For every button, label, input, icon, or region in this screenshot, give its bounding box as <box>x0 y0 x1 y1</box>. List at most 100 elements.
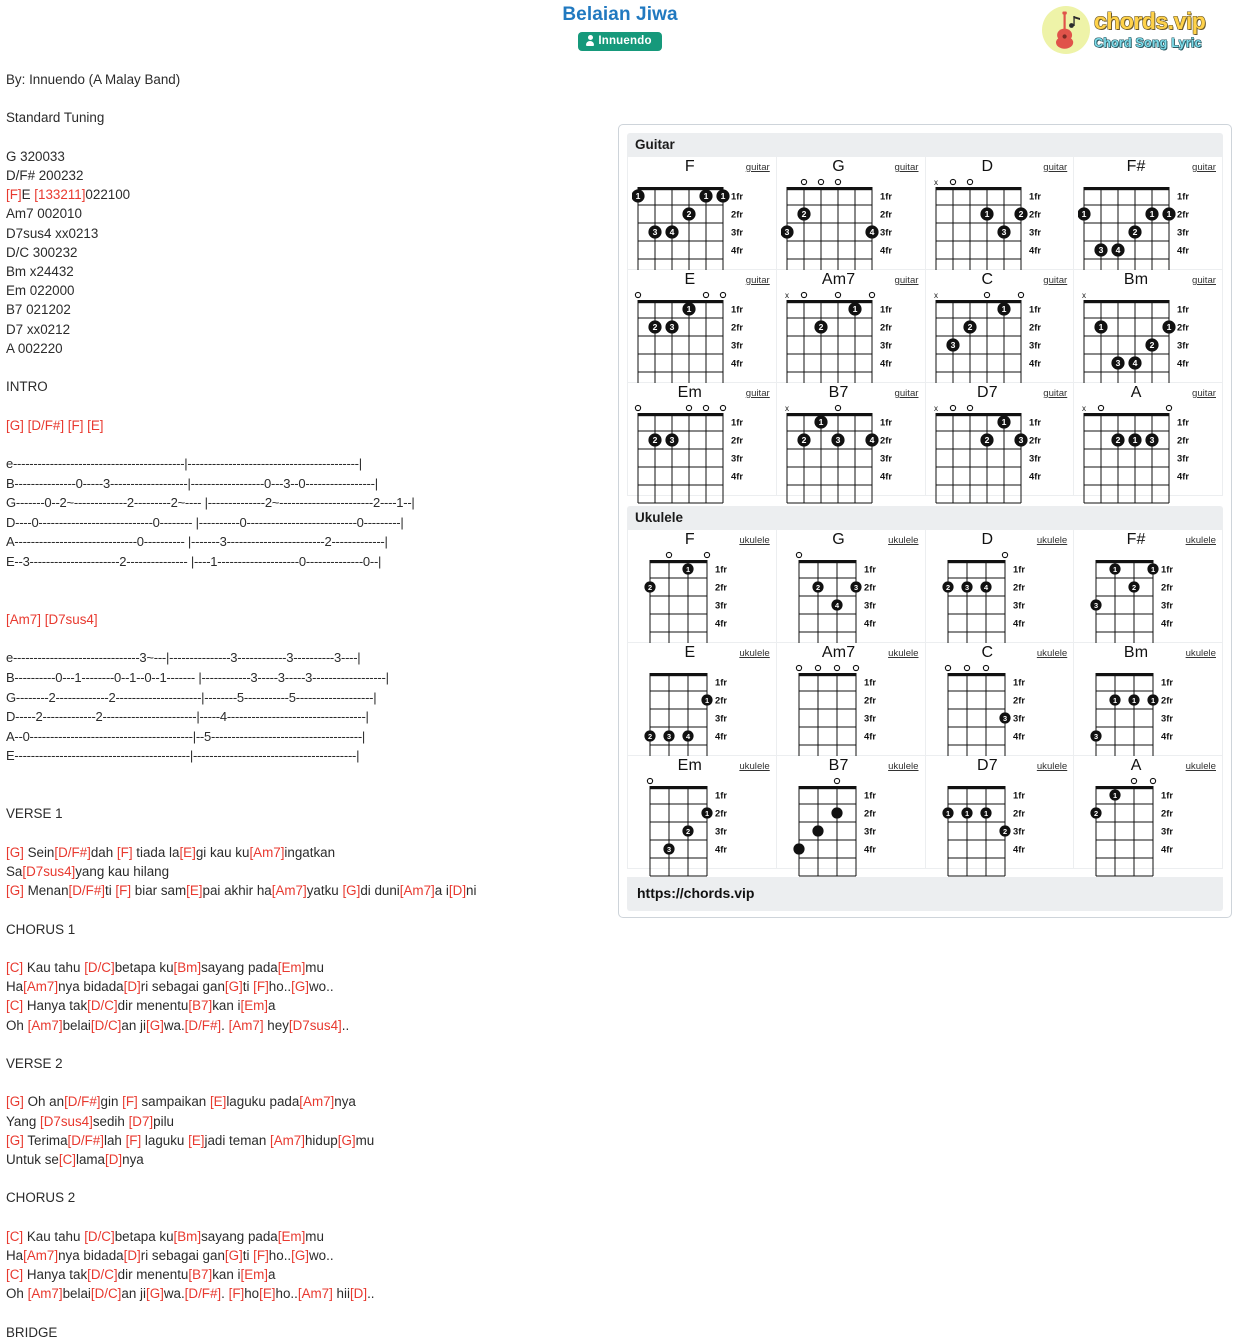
ukulele-kind-link[interactable]: ukulele <box>1186 648 1216 659</box>
guitar-kind-link[interactable]: guitar <box>746 388 770 399</box>
chord-card-G[interactable]: G ukulele 2 3 4 1fr 2fr 3fr 4fr <box>776 530 925 651</box>
nut <box>1084 187 1170 191</box>
site-logo[interactable]: chords.vip Chord Song Lyric <box>1042 4 1232 56</box>
fret-label: 1fr <box>1029 190 1041 201</box>
finger-number: 1 <box>983 809 987 818</box>
chord-card-F[interactable]: F guitar 1 1 1 2 3 4 1fr 2fr 3fr 4fr <box>628 157 776 278</box>
finger-number: 1 <box>1113 791 1117 800</box>
finger-number: 2 <box>648 583 652 592</box>
ukulele-kind-link[interactable]: ukulele <box>739 535 769 546</box>
ukulele-kind-link[interactable]: ukulele <box>739 761 769 772</box>
chord-card-E[interactable]: E ukulele 1 2 3 4 1fr 2fr 3fr 4fr <box>628 643 776 764</box>
fret-label: 3fr <box>731 226 743 237</box>
open-string-marker <box>1131 777 1138 785</box>
fret-label: 3fr <box>864 825 876 836</box>
chord-card-C[interactable]: C guitar x 1 2 3 1fr 2fr 3fr 4fr <box>925 270 1074 391</box>
finger-number: 2 <box>984 435 989 445</box>
chord-card-D[interactable]: D guitar x 1 2 3 1fr 2fr 3fr 4fr <box>925 157 1074 278</box>
chord-token: [G] <box>291 979 309 995</box>
guitar-kind-link[interactable]: guitar <box>1043 388 1067 399</box>
fret-label: 2fr <box>1029 321 1041 332</box>
chord-card-G[interactable]: G guitar 2 3 4 1fr 2fr 3fr 4fr <box>776 157 925 278</box>
guitar-kind-link[interactable]: guitar <box>746 275 770 286</box>
chord-card-F[interactable]: F# guitar 1 1 1 2 3 4 1fr 2fr 3fr 4fr <box>1074 157 1222 278</box>
guitar-kind-link[interactable]: guitar <box>895 388 919 399</box>
fret-label: 2fr <box>715 807 727 818</box>
chord-card-B7[interactable]: B7 ukulele 1fr 2fr 3fr 4fr <box>776 756 925 877</box>
chord-token: [Em] <box>277 1228 306 1244</box>
ukulele-kind-link[interactable]: ukulele <box>1037 648 1067 659</box>
chord-token: [C] <box>6 998 24 1014</box>
chord-card-D[interactable]: D ukulele 2 3 4 1fr 2fr 3fr 4fr <box>925 530 1074 651</box>
footer-url[interactable]: https://chords.vip <box>627 877 1223 911</box>
chord-token: [C] <box>6 960 24 976</box>
finger-number: 1 <box>1001 304 1006 314</box>
open-string-marker <box>685 404 693 412</box>
chord-token: [D/F#] <box>68 883 105 899</box>
ukulele-kind-link[interactable]: ukulele <box>888 535 918 546</box>
chord-token: [G] <box>145 1286 164 1302</box>
chord-token: [E] <box>186 883 203 899</box>
open-string-marker <box>817 178 824 186</box>
chord-card-C[interactable]: C ukulele 3 1fr 2fr 3fr 4fr <box>925 643 1074 764</box>
chord-card-E[interactable]: E guitar 1 2 3 1fr 2fr 3fr 4fr <box>628 270 776 391</box>
chord-card-F[interactable]: F# ukulele 1 1 2 3 1fr 2fr 3fr 4fr <box>1074 530 1222 651</box>
ukulele-kind-link[interactable]: ukulele <box>1037 761 1067 772</box>
chord-card-A[interactable]: A ukulele 1 2 1fr 2fr 3fr 4fr <box>1074 756 1222 877</box>
chord-card-Em[interactable]: Em guitar 2 3 1fr 2fr 3fr 4fr <box>628 383 776 504</box>
open-string-marker <box>868 291 875 299</box>
guitar-kind-link[interactable]: guitar <box>1043 275 1067 286</box>
muted-string-marker: x <box>934 404 938 413</box>
ukulele-kind-link[interactable]: ukulele <box>1037 535 1067 546</box>
artist-badge[interactable]: Innuendo <box>578 32 662 51</box>
finger-number: 2 <box>1018 209 1023 219</box>
chord-card-D7[interactable]: D7 guitar x 1 2 3 1fr 2fr 3fr 4fr <box>925 383 1074 504</box>
ukulele-kind-link[interactable]: ukulele <box>888 648 918 659</box>
chord-token: [D/C] <box>87 1267 118 1283</box>
chord-card-B7[interactable]: B7 guitar x 1 2 3 4 1fr 2fr 3fr 4fr <box>776 383 925 504</box>
fret-label: 3fr <box>1161 825 1173 836</box>
chord-card-D7[interactable]: D7 ukulele 1 1 1 2 1fr 2fr 3fr 4fr <box>925 756 1074 877</box>
open-string-marker <box>814 664 821 672</box>
chord-card-A[interactable]: A guitar x 2 1 3 1fr 2fr 3fr 4fr <box>1074 383 1222 504</box>
ukulele-kind-link[interactable]: ukulele <box>888 761 918 772</box>
finger-number: 3 <box>1001 227 1006 237</box>
fret-label: 1fr <box>1029 416 1041 427</box>
ukulele-kind-link[interactable]: ukulele <box>1186 761 1216 772</box>
open-string-marker <box>800 291 807 299</box>
ukulele-kind-link[interactable]: ukulele <box>739 648 769 659</box>
chord-card-Em[interactable]: Em ukulele 1 2 3 1fr 2fr 3fr 4fr <box>628 756 776 877</box>
finger-number: 3 <box>670 435 675 445</box>
finger-number: 1 <box>636 191 641 201</box>
guitar-kind-link[interactable]: guitar <box>1192 275 1216 286</box>
guitar-kind-link[interactable]: guitar <box>746 162 770 173</box>
fret-label: 1fr <box>880 303 892 314</box>
finger-number: 2 <box>1002 827 1006 836</box>
fret-label: 2fr <box>1013 807 1025 818</box>
chord-token: [D] <box>123 979 141 995</box>
fret-label: 4fr <box>1013 843 1025 854</box>
chord-card-Bm[interactable]: Bm guitar x 1 1 2 3 4 1fr 2fr 3fr 4fr <box>1074 270 1222 391</box>
finger-number: 3 <box>835 435 840 445</box>
finger-number: 2 <box>653 322 658 332</box>
guitar-kind-link[interactable]: guitar <box>895 275 919 286</box>
fret-label: 4fr <box>864 730 876 741</box>
ukulele-kind-link[interactable]: ukulele <box>1186 535 1216 546</box>
chord-card-Bm[interactable]: Bm ukulele 1 1 1 3 1fr 2fr 3fr 4fr <box>1074 643 1222 764</box>
chord-token: [B7] <box>188 998 213 1014</box>
chord-token: [G] <box>291 1248 309 1264</box>
fret-label: 1fr <box>864 789 876 800</box>
guitar-kind-link[interactable]: guitar <box>1043 162 1067 173</box>
guitar-kind-link[interactable]: guitar <box>1192 388 1216 399</box>
chord-token: [G] <box>145 1017 164 1033</box>
guitar-kind-link[interactable]: guitar <box>1192 162 1216 173</box>
muted-string-marker: x <box>934 291 938 300</box>
nut <box>638 187 723 191</box>
tab-line: B---------------0-----3-----------------… <box>6 475 378 491</box>
chord-token: [E] <box>188 1132 205 1148</box>
guitar-kind-link[interactable]: guitar <box>895 162 919 173</box>
chord-card-F[interactable]: F ukulele 1 2 1fr 2fr 3fr 4fr <box>628 530 776 651</box>
chord-card-Am7[interactable]: Am7 guitar x 1 2 1fr 2fr 3fr 4fr <box>776 270 925 391</box>
fret-label: 4fr <box>715 843 727 854</box>
chord-card-Am7[interactable]: Am7 ukulele 1fr 2fr 3fr 4fr <box>776 643 925 764</box>
